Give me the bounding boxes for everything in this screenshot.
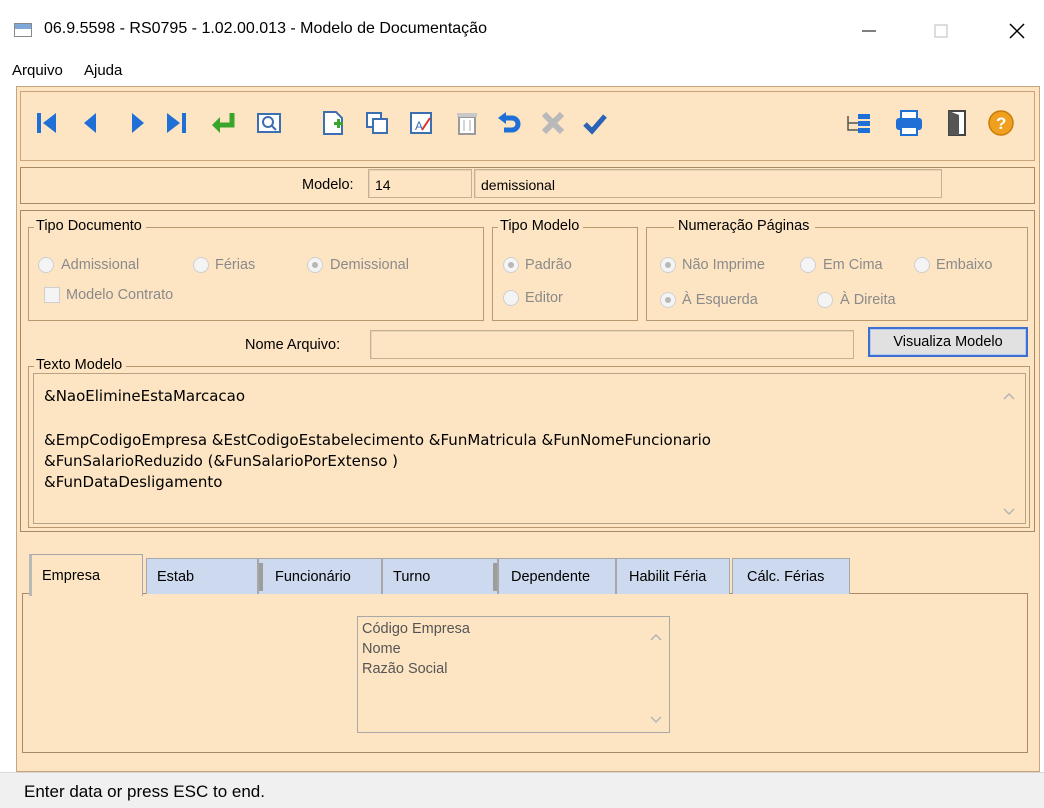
maximize-button[interactable] [918,14,964,48]
scroll-down-icon[interactable] [1003,505,1015,519]
tipo-modelo-group [492,227,638,321]
tab-funcionario-label: Funcionário [275,568,351,585]
radio-padrao-label: Padrão [525,257,572,273]
cancel-icon[interactable] [538,108,568,138]
radio-nao-imprime-label: Não Imprime [682,257,765,273]
radio-a-direita-label: À Direita [840,292,896,308]
texto-line-3: &EmpCodigoEmpresa &EstCodigoEstabelecime… [44,431,711,449]
help-icon[interactable]: ? [986,108,1016,138]
print-icon[interactable] [894,108,924,138]
tab-separator [493,563,497,591]
modelo-label: Modelo: [302,177,354,193]
tab-estab[interactable]: Estab [146,558,258,594]
undo-icon[interactable] [494,108,524,138]
numeracao-title: Numeração Páginas [674,218,816,234]
edit-record-icon[interactable]: A [406,108,436,138]
close-button[interactable] [994,14,1040,48]
previous-record-icon[interactable] [76,108,106,138]
new-record-icon[interactable] [318,108,348,138]
modelo-contrato-label: Modelo Contrato [66,287,174,303]
close-icon [1009,23,1025,39]
tab-calc-ferias[interactable]: Cálc. Férias [732,558,850,594]
tree-list-icon[interactable] [844,108,874,138]
status-text: Enter data or press ESC to end. [24,782,265,801]
radio-ferias-label: Férias [215,257,256,273]
radio-embaixo-label: Embaixo [936,257,993,273]
svg-text:A: A [415,119,423,133]
radio-demissional[interactable] [307,257,323,273]
tab-turno-label: Turno [393,568,431,585]
radio-demissional-label: Demissional [330,257,409,273]
tab-empresa[interactable]: Empresa [29,554,143,596]
first-record-icon[interactable] [32,108,62,138]
texto-modelo-title: Texto Modelo [34,357,127,373]
app-icon [14,23,32,37]
maximize-icon [934,24,948,38]
tab-dependente[interactable]: Dependente [498,558,616,594]
tipo-documento-title: Tipo Documento [34,218,146,234]
window-title: 06.9.5598 - RS0795 - 1.02.00.013 - Model… [44,20,487,37]
goto-icon[interactable] [208,108,238,138]
radio-padrao[interactable] [503,257,519,273]
list-item[interactable]: Código Empresa [362,621,470,637]
nome-arquivo-field[interactable] [370,330,854,359]
radio-editor-label: Editor [525,290,563,306]
copy-record-icon[interactable] [362,108,392,138]
tab-funcionario[interactable]: Funcionário [258,558,382,594]
texto-line-5: &FunDataDesligamento [44,473,223,491]
search-zoom-icon[interactable] [254,108,284,138]
radio-em-cima[interactable] [800,257,816,273]
radio-a-esquerda[interactable] [660,292,676,308]
list-item[interactable]: Razão Social [362,661,447,677]
tipo-modelo-title: Tipo Modelo [498,218,584,234]
exit-icon[interactable] [942,108,972,138]
tab-turno[interactable]: Turno [382,558,498,594]
radio-em-cima-label: Em Cima [823,257,883,273]
delete-icon[interactable] [452,108,482,138]
modelo-contrato-checkbox[interactable] [44,287,60,303]
radio-admissional-label: Admissional [61,257,140,273]
texto-line-4: &FunSalarioReduzido (&FunSalarioPorExten… [44,452,399,470]
radio-nao-imprime[interactable] [660,257,676,273]
radio-embaixo[interactable] [914,257,930,273]
menu-arquivo[interactable]: Arquivo [12,62,63,79]
next-record-icon[interactable] [122,108,152,138]
svg-text:?: ? [996,114,1006,133]
radio-editor[interactable] [503,290,519,306]
tab-separator [259,563,263,591]
radio-admissional[interactable] [38,257,54,273]
last-record-icon[interactable] [162,108,192,138]
menu-bar [0,56,1044,86]
tipo-documento-group [28,227,484,321]
tab-habilit-ferias[interactable]: Habilit Féria [616,558,730,594]
modelo-description-field[interactable]: demissional [474,169,942,198]
radio-a-esquerda-label: À Esquerda [682,292,758,308]
texto-line-1: &NaoElimineEstaMarcacao [44,387,246,405]
nome-arquivo-label: Nome Arquivo: [245,337,341,353]
scroll-up-icon[interactable] [1003,389,1015,403]
radio-ferias[interactable] [193,257,209,273]
minimize-button[interactable] [846,14,892,48]
radio-a-direita[interactable] [817,292,833,308]
minimize-icon [862,30,876,32]
list-scroll-down-icon[interactable] [650,711,662,728]
visualiza-modelo-button[interactable]: Visualiza Modelo [868,327,1028,357]
modelo-code-field[interactable]: 14 [368,169,472,198]
menu-ajuda[interactable]: Ajuda [84,62,122,79]
confirm-icon[interactable] [580,108,610,138]
list-item[interactable]: Nome [362,641,401,657]
list-scroll-up-icon[interactable] [650,628,662,645]
